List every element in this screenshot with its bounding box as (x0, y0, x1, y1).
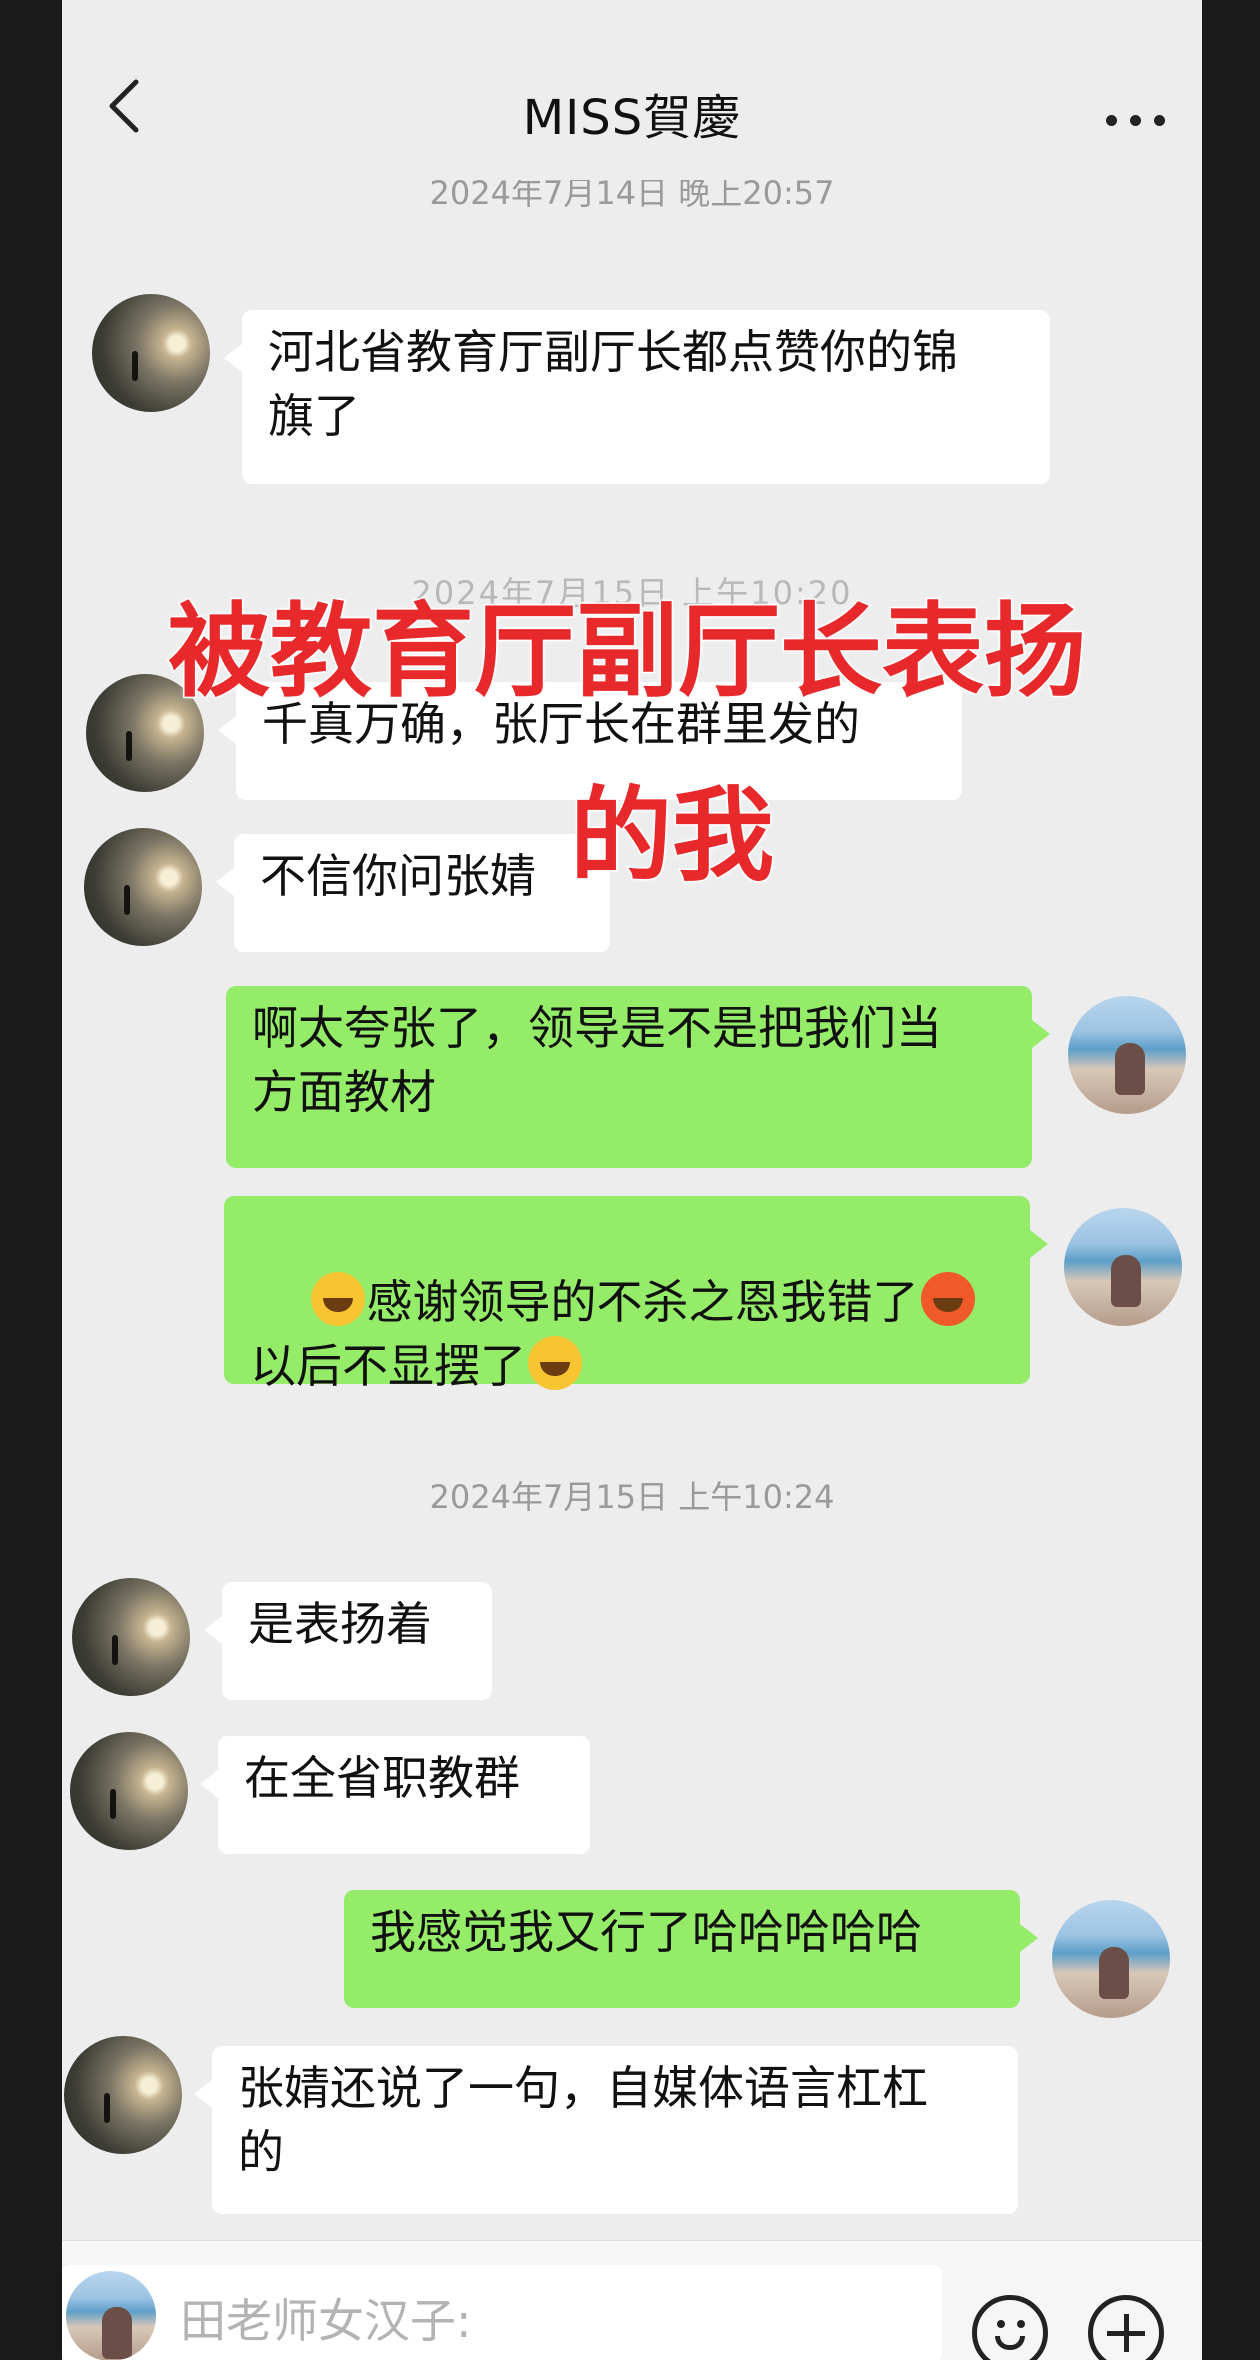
contact-avatar[interactable] (84, 828, 202, 946)
plus-icon[interactable] (1088, 2295, 1164, 2360)
message-bubble-incoming[interactable]: 是表扬着 (204, 1582, 492, 1700)
overlay-caption-line1: 被教育厅副厅长表扬 (167, 592, 1088, 714)
self-avatar[interactable] (1064, 1208, 1182, 1326)
chat-screen: MISS賀慶 2024年7月14日 晚上20:57 河北省教育厅副厅长都点赞你的… (62, 0, 1202, 2360)
self-avatar[interactable] (1052, 1900, 1170, 2018)
message-bubble-incoming[interactable]: 在全省职教群 (200, 1736, 590, 1854)
timestamp: 2024年7月15日 上午10:24 (429, 1478, 835, 1516)
smiley-icon[interactable] (972, 2295, 1048, 2360)
contact-avatar[interactable] (92, 294, 210, 412)
top-bar: MISS賀慶 (62, 0, 1202, 200)
laughing-tears-emoji (310, 1272, 365, 1326)
message-bubble-outgoing[interactable]: 啊太夸张了，领导是不是把我们当 方面教材 (226, 986, 1050, 1168)
message-bubble-outgoing[interactable]: 我感觉我又行了哈哈哈哈哈 (344, 1890, 1038, 2008)
angry-emoji (920, 1272, 975, 1326)
message-bubble-incoming[interactable]: 河北省教育厅副厅长都点赞你的锦 旗了 (224, 310, 1050, 484)
timestamp: 2024年7月14日 晚上20:57 (429, 180, 835, 210)
quote-avatar (66, 2271, 156, 2360)
contact-avatar[interactable] (72, 1578, 190, 1696)
crying-emoji (528, 1336, 582, 1390)
contact-avatar[interactable] (70, 1732, 188, 1850)
message-bubble-outgoing[interactable]: 感谢领导的不杀之恩我错了 以后不显摆了 (224, 1196, 1048, 1393)
input-bar: 田老师女汉子: (62, 2240, 1202, 2360)
more-dots-icon[interactable] (1106, 115, 1166, 131)
self-avatar[interactable] (1068, 996, 1186, 1114)
input-placeholder: 田老师女汉子: (180, 2294, 472, 2348)
message-bubble-incoming[interactable]: 不信你问张婧 (216, 834, 610, 952)
message-bubble-incoming[interactable]: 张婧还说了一句，自媒体语言杠杠 的 (194, 2046, 1018, 2214)
overlay-caption-line2: 的我 (569, 776, 776, 898)
contact-avatar[interactable] (64, 2036, 182, 2154)
chat-title: MISS賀慶 (522, 90, 742, 146)
